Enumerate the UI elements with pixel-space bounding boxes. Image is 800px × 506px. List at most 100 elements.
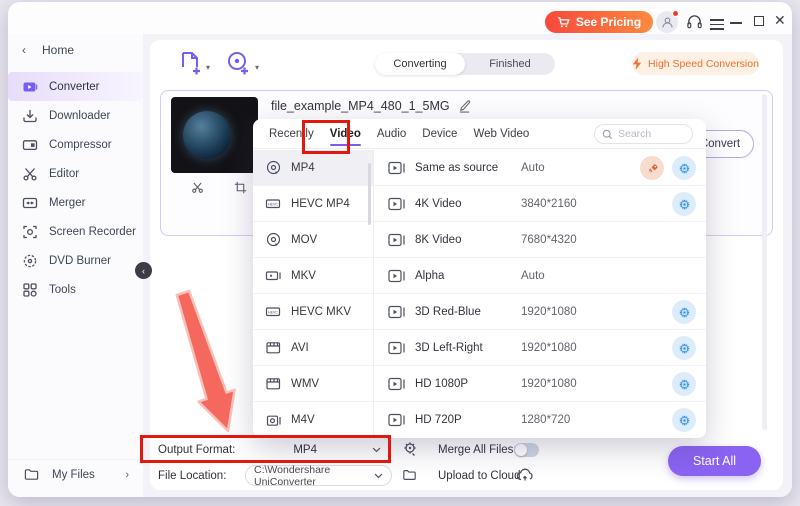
- format-item-mkv[interactable]: MKV: [253, 258, 373, 294]
- format-item-wmv[interactable]: WMV: [253, 366, 373, 402]
- edit-name-icon[interactable]: [458, 100, 471, 113]
- sidebar-item-label: Tools: [49, 284, 76, 296]
- format-search-box[interactable]: [594, 124, 693, 144]
- close-icon[interactable]: ✕: [774, 12, 786, 29]
- chevron-down-icon[interactable]: [372, 447, 381, 453]
- trim-scissors-icon[interactable]: [191, 181, 204, 194]
- support-headset-icon[interactable]: [686, 14, 703, 31]
- maximize-icon[interactable]: [754, 16, 764, 26]
- output-settings-gear-icon[interactable]: [402, 441, 418, 457]
- minimize-icon[interactable]: [730, 22, 742, 24]
- folder-icon: [24, 467, 40, 482]
- menu-icon[interactable]: [710, 16, 724, 33]
- chip-icon[interactable]: [672, 192, 696, 216]
- hevc-format-icon: HEVC: [265, 195, 282, 212]
- preset-8k-video[interactable]: 8K Video 7680*4320: [374, 222, 706, 258]
- video-preset-icon: [388, 341, 406, 355]
- tab-video[interactable]: Video: [330, 121, 361, 147]
- preset-3d-left-right[interactable]: 3D Left-Right 1920*1080: [374, 330, 706, 366]
- cart-icon: [557, 16, 570, 29]
- sidebar-item-label: Editor: [49, 168, 79, 180]
- preset-3d-red-blue[interactable]: 3D Red-Blue 1920*1080: [374, 294, 706, 330]
- film-format-icon: [265, 375, 282, 392]
- sidebar-item-my-files[interactable]: My Files ›: [8, 459, 143, 489]
- merger-icon: [22, 195, 38, 211]
- user-avatar[interactable]: [656, 11, 678, 33]
- format-list: MP4 HEVC HEVC MP4 MOV MKV: [253, 150, 374, 438]
- my-files-label: My Files: [52, 469, 95, 481]
- preset-hd-1080p[interactable]: HD 1080P 1920*1080: [374, 366, 706, 402]
- sidebar-item-converter[interactable]: Converter: [8, 72, 143, 101]
- open-folder-icon[interactable]: [402, 468, 417, 482]
- tab-audio[interactable]: Audio: [377, 121, 406, 147]
- tab-device[interactable]: Device: [422, 121, 457, 147]
- preset-same-as-source[interactable]: Same as source Auto: [374, 150, 706, 186]
- screen-recorder-icon: [22, 224, 38, 240]
- chevron-right-icon: ›: [125, 469, 129, 481]
- rocket-icon[interactable]: [640, 156, 664, 180]
- file-location-dropdown[interactable]: C:\Wondershare UniConverter: [245, 465, 392, 486]
- add-file-button[interactable]: ▾: [178, 50, 210, 76]
- chevron-down-icon: ▾: [206, 63, 210, 76]
- disc-format-icon: [265, 159, 282, 176]
- output-format-value[interactable]: MP4: [293, 444, 317, 456]
- sidebar-item-downloader[interactable]: Downloader: [8, 101, 143, 130]
- high-speed-conversion-badge[interactable]: High Speed Conversion: [632, 52, 759, 75]
- upload-to-cloud-label: Upload to Cloud: [438, 470, 520, 482]
- main-scrollbar[interactable]: [762, 94, 767, 430]
- preset-4k-video[interactable]: 4K Video 3840*2160: [374, 186, 706, 222]
- format-item-mov[interactable]: MOV: [253, 222, 373, 258]
- chip-icon[interactable]: [672, 372, 696, 396]
- sidebar-item-home[interactable]: ‹ Home: [8, 38, 143, 62]
- merge-all-files-toggle[interactable]: [514, 443, 539, 457]
- sidebar-item-label: DVD Burner: [49, 255, 111, 267]
- format-item-hevc-mkv[interactable]: HEVC HEVC MKV: [253, 294, 373, 330]
- sidebar-item-label: Merger: [49, 197, 85, 209]
- tab-recently[interactable]: Recently: [269, 121, 314, 147]
- sidebar-item-compressor[interactable]: Compressor: [8, 130, 143, 159]
- sidebar-item-label: Screen Recorder: [49, 226, 136, 238]
- format-item-m4v[interactable]: M4V: [253, 402, 373, 438]
- sidebar-collapse-handle[interactable]: ‹: [135, 262, 152, 279]
- video-preset-icon: [388, 269, 406, 283]
- chip-icon[interactable]: [672, 156, 696, 180]
- sidebar-item-label: Downloader: [49, 110, 110, 122]
- sidebar-item-merger[interactable]: Merger: [8, 188, 143, 217]
- home-label: Home: [42, 43, 74, 57]
- sidebar-item-editor[interactable]: Editor: [8, 159, 143, 188]
- start-all-button[interactable]: Start All: [668, 446, 761, 476]
- search-icon: [602, 129, 613, 140]
- video-preset-icon: [388, 197, 406, 211]
- tab-web-video[interactable]: Web Video: [473, 121, 529, 147]
- chip-icon[interactable]: [672, 336, 696, 360]
- add-disc-button[interactable]: ▾: [226, 50, 259, 76]
- chip-icon[interactable]: [672, 300, 696, 324]
- sidebar-item-tools[interactable]: Tools: [8, 275, 143, 304]
- chip-icon[interactable]: [672, 408, 696, 432]
- video-preset-icon: [388, 305, 406, 319]
- merge-all-files-label: Merge All Files:: [438, 444, 517, 456]
- format-item-mp4[interactable]: MP4: [253, 150, 373, 186]
- format-list-scrollbar[interactable]: [368, 163, 371, 225]
- file-location-value: C:\Wondershare UniConverter: [254, 464, 374, 488]
- preset-alpha[interactable]: Alpha Auto: [374, 258, 706, 294]
- see-pricing-label: See Pricing: [576, 15, 641, 29]
- output-format-panel: Recently Video Audio Device Web Video MP…: [253, 119, 706, 438]
- preset-hd-720p[interactable]: HD 720P 1280*720: [374, 402, 706, 438]
- file-location-label: File Location:: [158, 470, 226, 482]
- cloud-upload-icon[interactable]: [516, 467, 534, 482]
- svg-text:HEVC: HEVC: [268, 203, 278, 207]
- crop-icon[interactable]: [234, 181, 247, 194]
- file-name: file_example_MP4_480_1_5MG: [271, 99, 450, 113]
- back-chevron-icon: ‹: [22, 43, 26, 57]
- video-thumbnail: [171, 97, 258, 173]
- format-item-hevc-mp4[interactable]: HEVC HEVC MP4: [253, 186, 373, 222]
- status-tabs: Converting Finished: [375, 53, 555, 75]
- sidebar-item-dvd-burner[interactable]: DVD Burner: [8, 246, 143, 275]
- see-pricing-button[interactable]: See Pricing: [545, 11, 653, 33]
- format-item-avi[interactable]: AVI: [253, 330, 373, 366]
- sidebar-item-screen-recorder[interactable]: Screen Recorder: [8, 217, 143, 246]
- tab-converting[interactable]: Converting: [375, 53, 465, 75]
- search-input[interactable]: [618, 128, 678, 140]
- tab-finished[interactable]: Finished: [465, 53, 555, 75]
